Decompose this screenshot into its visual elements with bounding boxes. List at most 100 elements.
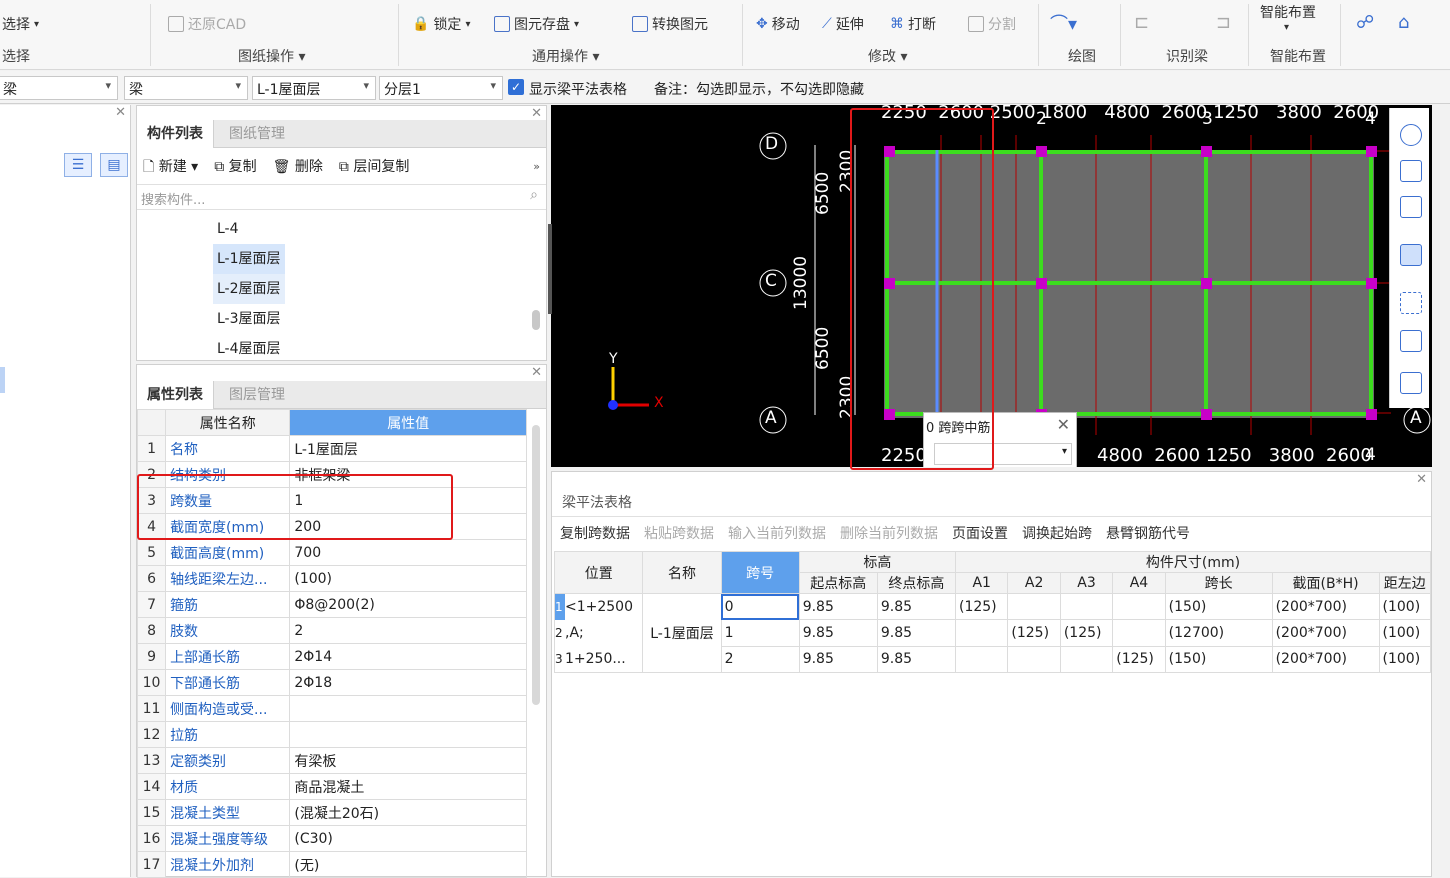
splitter-handle[interactable] (548, 224, 552, 314)
tool-icon-a[interactable]: ☍ (1356, 12, 1374, 33)
cell-left[interactable]: (100) (1378, 645, 1432, 674)
cell-sec[interactable]: (200*700) (1271, 592, 1380, 621)
table-row[interactable]: 12 拉筋 (136, 721, 527, 748)
box-view-icon[interactable] (1400, 330, 1422, 352)
cell-a4[interactable] (1112, 619, 1166, 647)
table-toolbar-button[interactable]: 粘贴跨数据 (644, 523, 714, 543)
cell-len[interactable]: (150) (1164, 645, 1273, 674)
cell-a2[interactable] (1007, 592, 1061, 621)
show-table-label[interactable]: 显示梁平法表格 (529, 79, 627, 99)
table-row[interactable]: 6 轴线距梁左边... (100) (136, 565, 527, 592)
orbit-icon[interactable] (1400, 124, 1422, 146)
table-toolbar-button[interactable]: 调换起始跨 (1022, 523, 1092, 543)
cell-end[interactable]: 9.85 (876, 619, 956, 647)
close-icon[interactable]: ✕ (531, 365, 542, 380)
cell-a2[interactable]: (125) (1007, 619, 1061, 647)
solid-view-icon[interactable] (1400, 244, 1422, 266)
table-toolbar-button[interactable]: 复制跨数据 (560, 523, 630, 543)
cell-a4[interactable]: (125) (1112, 645, 1166, 674)
table-row[interactable]: 7 箍筋 Φ8@200(2) (136, 591, 527, 618)
close-icon[interactable]: ✕ (115, 105, 126, 120)
name-cell[interactable]: L-1屋面层 (642, 593, 722, 673)
cell-a1[interactable] (954, 645, 1009, 674)
detail-view-icon[interactable]: ▤ (100, 153, 128, 177)
list-view-icon[interactable]: ☰ (64, 153, 92, 177)
property-value[interactable]: 2Φ18 (289, 669, 527, 696)
table-row[interactable]: 1 名称 L-1屋面层 (136, 435, 527, 462)
smart-layout-dropdown-icon[interactable]: ▾ (1284, 22, 1289, 33)
cell-end[interactable]: 9.85 (876, 645, 956, 674)
type-combo[interactable]: 梁 (124, 76, 248, 100)
convert-elements-button[interactable]: 转换图元 (632, 14, 708, 34)
property-value[interactable]: Φ8@200(2) (289, 591, 527, 618)
category-combo[interactable]: 梁 (0, 76, 118, 100)
property-value[interactable] (289, 721, 527, 748)
drawing-ops-group[interactable]: 图纸操作 ▾ (238, 46, 305, 66)
property-value[interactable]: L-1屋面层 (289, 435, 527, 462)
property-value[interactable]: (无) (289, 851, 527, 878)
table-row[interactable]: 5 截面高度(mm) 700 (136, 539, 527, 566)
list-item[interactable]: L-4屋面层 (213, 334, 285, 364)
cell-a3[interactable] (1059, 592, 1114, 621)
table-row[interactable]: 8 肢数 2 (136, 617, 527, 644)
tool-icon-b[interactable]: ⌂ (1398, 12, 1409, 33)
floor-copy-button[interactable]: ⧉ 层间复制 (339, 156, 409, 180)
cell-a3[interactable] (1059, 645, 1114, 674)
tab-drawing-management[interactable]: 图纸管理 (219, 120, 295, 148)
cell-start[interactable]: 9.85 (798, 592, 878, 621)
property-value[interactable] (289, 695, 527, 722)
report-view-icon[interactable] (1400, 372, 1422, 394)
close-icon[interactable]: ✕ (1057, 415, 1070, 434)
table-row[interactable]: 1 <1+2500 2 ,A; 3 1+250... L-1屋面层 0 9.85 9.85 (125… (553, 592, 1432, 673)
list-item[interactable]: L-3屋面层 (213, 304, 285, 334)
list-item[interactable]: L-4 (213, 214, 285, 244)
cell-a3[interactable]: (125) (1059, 619, 1114, 647)
cell-span[interactable]: 2 (720, 645, 800, 674)
break-button[interactable]: ⌘ 打断 (890, 14, 936, 34)
property-value[interactable]: 700 (289, 539, 527, 566)
cell-start[interactable]: 9.85 (798, 619, 878, 647)
search-box[interactable]: 搜索构件... ⌕ (137, 184, 546, 210)
property-value[interactable]: 商品混凝土 (289, 773, 527, 800)
identify-beam-icon[interactable]: ⊏ (1134, 12, 1149, 33)
table-row[interactable]: 17 混凝土外加剂 (无) (136, 851, 527, 878)
cell-span[interactable]: 0 (720, 592, 800, 621)
table-toolbar-button[interactable]: 删除当前列数据 (840, 523, 938, 543)
tab-component-list[interactable]: 构件列表 (137, 120, 214, 148)
table-row[interactable]: 11 侧面构造或受... (136, 695, 527, 722)
fit-view-icon[interactable] (1400, 292, 1422, 314)
common-ops-group[interactable]: 通用操作 ▾ (532, 46, 599, 66)
table-toolbar-button[interactable]: 输入当前列数据 (728, 523, 826, 543)
list-item[interactable]: L-2屋面层 (213, 274, 285, 304)
cell-start[interactable]: 9.85 (798, 645, 878, 674)
cell-a4[interactable] (1112, 592, 1166, 621)
cell-left[interactable]: (100) (1378, 592, 1432, 621)
close-icon[interactable]: ✕ (1416, 472, 1427, 487)
delete-button[interactable]: 🗑 删除 (273, 156, 323, 180)
cell-a1[interactable]: (125) (954, 592, 1009, 621)
extend-button[interactable]: ⟋ 延伸 (822, 14, 864, 34)
component-combo[interactable]: L-1屋面层 (252, 76, 376, 100)
identify-beam-icon-2[interactable]: ⊐ (1216, 12, 1231, 33)
table-row[interactable]: 15 混凝土类型 (混凝土20石) (136, 799, 527, 826)
cell-sec[interactable]: (200*700) (1271, 619, 1380, 647)
property-value[interactable]: 2 (289, 617, 527, 644)
list-item-selected[interactable]: L-1屋面层 (213, 244, 285, 274)
property-value[interactable]: 2Φ14 (289, 643, 527, 670)
table-row[interactable]: 14 材质 商品混凝土 (136, 773, 527, 800)
cell-span[interactable]: 1 (720, 619, 800, 647)
position-cell[interactable]: 1 <1+2500 2 ,A; 3 1+250... (553, 593, 644, 673)
table-row[interactable]: 10 下部通长筋 2Φ18 (136, 669, 527, 696)
table-toolbar-button[interactable]: 悬臂钢筋代号 (1106, 523, 1190, 543)
close-icon[interactable]: ✕ (531, 106, 542, 121)
move-button[interactable]: ✥ 移动 (756, 14, 800, 34)
lock-button[interactable]: 🔒 锁定 ▾ (412, 14, 470, 34)
cell-a2[interactable] (1007, 645, 1061, 674)
scrollbar-thumb[interactable] (532, 310, 540, 330)
cell-sec[interactable]: (200*700) (1271, 645, 1380, 674)
cell-len[interactable]: (12700) (1164, 619, 1273, 647)
scrollbar-thumb[interactable] (532, 425, 540, 705)
cell-left[interactable]: (100) (1378, 619, 1432, 647)
more-icon[interactable]: » (533, 160, 540, 173)
cell-end[interactable]: 9.85 (876, 592, 956, 621)
